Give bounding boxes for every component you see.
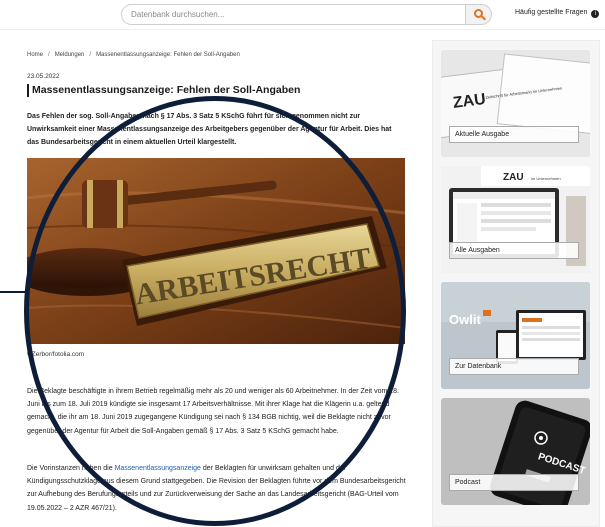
search-button[interactable] (466, 4, 492, 25)
svg-text:ZAU: ZAU (503, 172, 524, 183)
sidebar-card-all-issues[interactable]: ZAU im Unternehmen Alle Ausgaben (441, 166, 590, 273)
image-credit: ©Zerbor/fotolia.com (27, 351, 85, 358)
annotation-arrow (0, 291, 26, 293)
article-date: 23.05.2022 (27, 73, 60, 80)
gavel-illustration: ARBEITSRECHT (27, 158, 405, 344)
sidebar-card-podcast[interactable]: PODCAST Podcast (441, 398, 590, 505)
card-label: Aktuelle Ausgabe (449, 126, 579, 143)
sidebar-card-database[interactable]: Owlit Zur Datenbank (441, 282, 590, 389)
breadcrumb-meldungen[interactable]: Meldungen (55, 52, 85, 58)
article-lead: Das Fehlen der sog. Soll-Angaben nach § … (27, 113, 392, 147)
massenentlassungsanzeige-link[interactable]: Massenentlassungsanzeige (115, 465, 201, 472)
article-image: ARBEITSRECHT (27, 158, 405, 344)
breadcrumb-current: Massenentlassungsanzeige: Fehlen der Sol… (96, 52, 240, 58)
svg-text:im Unternehmen: im Unternehmen (531, 176, 561, 181)
article-paragraph-1: Die Beklagte beschäftigte in ihrem Betri… (27, 388, 399, 435)
svg-text:Owlit: Owlit (449, 312, 481, 327)
article-paragraph-2: Die Vorinstanzen haben die Massenentlass… (27, 465, 406, 512)
card-label: Podcast (449, 474, 579, 491)
breadcrumb: Home / Meldungen / Massenentlassungsanzeige:… (27, 52, 240, 58)
top-bar: Datenbank durchsuchen... Häufig gestellt… (0, 0, 605, 30)
sidebar-card-current-issue[interactable]: ZAU Zeitschrift für Arbeitsmarkt im Unte… (441, 50, 590, 157)
card-label: Zur Datenbank (449, 358, 579, 375)
card-label: Alle Ausgaben (449, 242, 579, 259)
faq-link[interactable]: Häufig gestellte Fragen i (515, 9, 600, 18)
breadcrumb-home[interactable]: Home (27, 52, 43, 58)
info-icon: i (591, 10, 600, 18)
search-input[interactable]: Datenbank durchsuchen... (121, 4, 466, 25)
page-title: Massenentlassungsanzeige: Fehlen der Sol… (27, 84, 300, 97)
faq-label: Häufig gestellte Fragen (515, 9, 588, 16)
